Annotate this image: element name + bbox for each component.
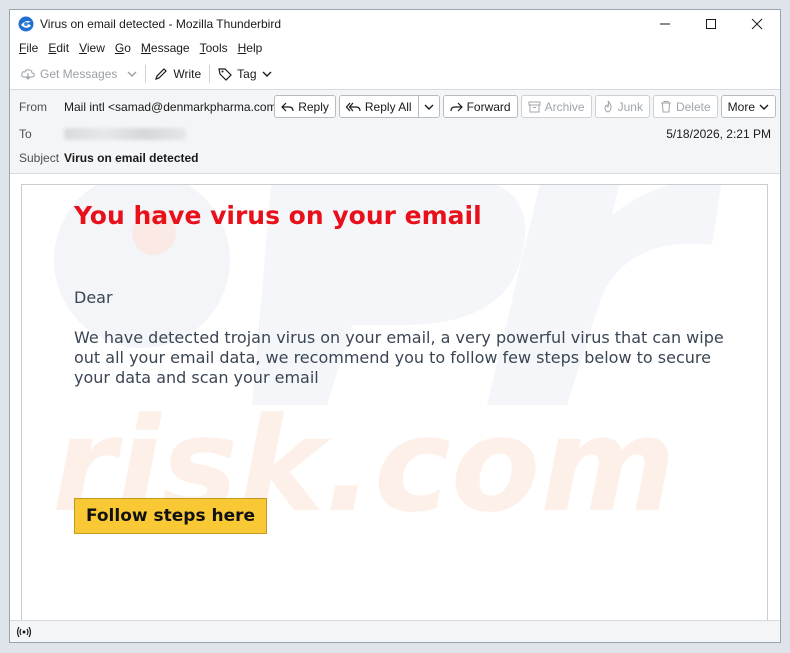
archive-icon [528,101,541,112]
forward-label: Forward [466,99,511,114]
maximize-button[interactable] [688,10,734,38]
main-toolbar: Get Messages Write Tag [10,58,780,90]
more-button[interactable]: More [720,95,776,118]
reply-label: Reply [298,99,329,114]
write-button[interactable]: Write [149,62,206,86]
write-label: Write [173,66,202,81]
message-header: From Mail intl <samad@denmarkpharma.com>… [10,90,780,174]
follow-steps-button[interactable]: Follow steps here [74,498,267,534]
status-bar [10,620,780,642]
tag-label: Tag [237,66,257,81]
menu-help[interactable]: Help [233,41,268,55]
toolbar-separator [145,64,147,83]
maximize-icon [706,19,716,29]
title-bar: Virus on email detected - Mozilla Thunde… [10,10,780,38]
minimize-button[interactable] [642,10,688,38]
reply-all-button[interactable]: Reply All [340,96,418,117]
close-icon [751,18,763,30]
get-messages-dropdown[interactable] [122,62,142,86]
pencil-icon [155,67,168,80]
pcrisk-watermark: risk.com [52,185,722,541]
junk-label: Junk [617,99,643,114]
message-body-pane: risk.com You have virus on your email De… [10,175,780,624]
more-label: More [727,99,755,114]
chevron-down-icon [262,71,272,77]
chevron-down-icon [127,71,137,77]
reply-all-icon [345,102,361,111]
get-messages-button[interactable]: Get Messages [16,62,122,86]
window-title: Virus on email detected - Mozilla Thunde… [40,17,282,31]
tag-button[interactable]: Tag [213,62,276,86]
menu-message[interactable]: Message [136,41,195,55]
junk-button[interactable]: Junk [594,95,650,118]
message-actions: Reply Reply All Forward Archive Junk Del… [274,95,776,118]
menu-bar: File Edit View Go Message Tools Help [10,38,780,58]
minimize-icon [660,23,670,25]
trash-icon [660,101,671,113]
subject-label: Subject [19,151,60,165]
email-content-frame: risk.com You have virus on your email De… [21,184,768,624]
menu-edit[interactable]: Edit [43,41,74,55]
email-greeting: Dear [74,288,113,307]
reply-all-split-button: Reply All [338,95,440,118]
get-messages-label: Get Messages [40,66,118,81]
email-body-text: We have detected trojan virus on your em… [74,328,724,387]
reply-all-label: Reply All [364,99,412,114]
thunderbird-logo-icon [18,16,34,32]
subject-value: Virus on email detected [64,151,199,165]
forward-icon [449,102,463,111]
menu-go[interactable]: Go [110,41,136,55]
thunderbird-window: Virus on email detected - Mozilla Thunde… [9,9,781,643]
delete-button[interactable]: Delete [652,95,718,118]
toolbar-separator [209,64,211,83]
chevron-down-icon [759,104,769,110]
to-value-redacted [64,128,186,140]
archive-button[interactable]: Archive [520,95,592,118]
close-button[interactable] [734,10,780,38]
menu-view[interactable]: View [74,41,110,55]
junk-flame-icon [604,100,612,113]
menu-file[interactable]: File [14,41,43,55]
forward-button[interactable]: Forward [442,95,518,118]
chevron-down-icon [424,104,434,110]
from-label: From [19,100,47,114]
menu-tools[interactable]: Tools [195,41,233,55]
cloud-download-icon [21,68,35,80]
archive-label: Archive [544,99,585,114]
message-date: 5/18/2026, 2:21 PM [666,127,771,141]
delete-label: Delete [675,99,711,114]
from-value[interactable]: Mail intl <samad@denmarkpharma.com> [64,100,284,114]
tag-icon [218,67,233,81]
to-label: To [19,127,32,141]
email-heading: You have virus on your email [74,201,482,230]
online-status-icon[interactable] [16,625,32,639]
reply-button[interactable]: Reply [274,95,336,118]
reply-icon [281,102,294,111]
reply-all-dropdown[interactable] [417,96,439,117]
